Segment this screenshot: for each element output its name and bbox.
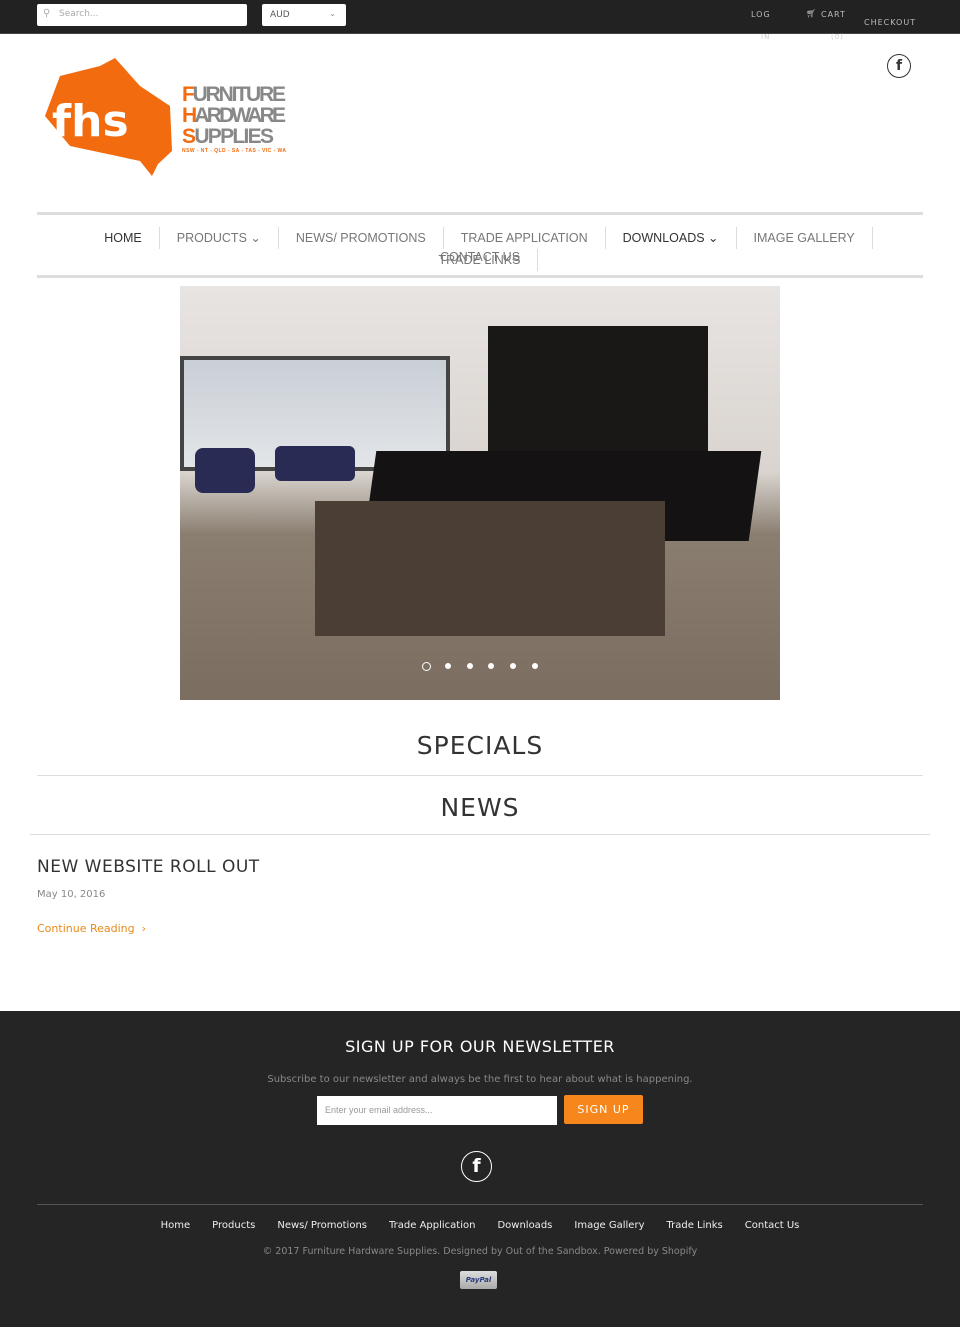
site-logo[interactable]: fhs FURNITURE HARDWARE SUPPLIES NSW - NT… bbox=[40, 56, 290, 185]
footer-link-trade-application[interactable]: Trade Application bbox=[389, 1220, 475, 1231]
search-icon: ⚲ bbox=[43, 8, 51, 19]
slide-dot-4[interactable] bbox=[488, 663, 494, 669]
footer-link-home[interactable]: Home bbox=[161, 1220, 191, 1231]
svg-text:FURNITURE: FURNITURE bbox=[182, 83, 286, 106]
footer-link-downloads[interactable]: Downloads bbox=[497, 1220, 552, 1231]
hero-slideshow[interactable] bbox=[180, 286, 780, 700]
svg-text:HARDWARE: HARDWARE bbox=[182, 104, 286, 127]
svg-text:NSW - NT - QLD - SA - TAS - VI: NSW - NT - QLD - SA - TAS - VIC - WA bbox=[182, 148, 286, 154]
continue-reading-link[interactable]: Continue Reading › bbox=[37, 922, 146, 935]
nav-downloads[interactable]: DOWNLOADS ⌄ bbox=[606, 227, 737, 249]
facebook-icon[interactable]: f bbox=[461, 1151, 492, 1182]
post-date: May 10, 2016 bbox=[37, 889, 106, 900]
chevron-down-icon: ⌄ bbox=[329, 9, 336, 18]
search-input[interactable]: ⚲ Search... bbox=[37, 4, 247, 26]
cart-count: (0) bbox=[831, 33, 844, 41]
footer: SIGN UP FOR OUR NEWSLETTER Subscribe to … bbox=[0, 1011, 960, 1327]
newsletter-title: SIGN UP FOR OUR NEWSLETTER bbox=[345, 1037, 615, 1056]
footer-link-trade-links[interactable]: Trade Links bbox=[667, 1220, 723, 1231]
slide-dot-3[interactable] bbox=[467, 663, 473, 669]
armchair-image bbox=[195, 448, 255, 493]
post-title[interactable]: NEW WEBSITE ROLL OUT bbox=[37, 857, 260, 877]
sign-up-button[interactable]: SIGN UP bbox=[564, 1095, 643, 1124]
currency-value: AUD bbox=[270, 10, 290, 20]
paypal-icon: PayPal bbox=[460, 1271, 497, 1289]
copyright: © 2017 Furniture Hardware Supplies. Desi… bbox=[262, 1246, 698, 1257]
svg-text:fhs: fhs bbox=[52, 96, 129, 147]
footer-links: Home Products News/ Promotions Trade Applic… bbox=[0, 1220, 960, 1231]
login-link-line2[interactable]: IN bbox=[761, 33, 770, 41]
slide-dot-6[interactable] bbox=[532, 663, 538, 669]
news-heading: NEWS bbox=[440, 793, 520, 822]
cart-link[interactable]: CART bbox=[821, 10, 846, 19]
divider bbox=[37, 775, 923, 776]
nav-news-promotions[interactable]: NEWS/ PROMOTIONS bbox=[279, 227, 444, 249]
currency-select[interactable]: AUD ⌄ bbox=[262, 4, 346, 26]
slide-dot-5[interactable] bbox=[510, 663, 516, 669]
slide-dot-1[interactable] bbox=[422, 662, 431, 671]
newsletter-subtitle: Subscribe to our newsletter and always b… bbox=[267, 1074, 693, 1085]
svg-text:SUPPLIES: SUPPLIES bbox=[182, 125, 274, 148]
footer-link-news[interactable]: News/ Promotions bbox=[277, 1220, 367, 1231]
specials-heading: SPECIALS bbox=[416, 731, 544, 760]
slide-dot-2[interactable] bbox=[445, 663, 451, 669]
top-bar: ⚲ Search... AUD ⌄ LOG IN 🛒︎ CART (0) CHECK… bbox=[0, 0, 960, 41]
login-link[interactable]: LOG bbox=[751, 10, 771, 19]
nav-trade-application[interactable]: TRADE APPLICATION bbox=[444, 227, 606, 249]
chevron-right-icon: › bbox=[141, 922, 147, 935]
nav-contact-us[interactable]: CONTACT US bbox=[440, 250, 520, 264]
nav-home[interactable]: HOME bbox=[87, 227, 160, 249]
email-input[interactable]: Enter your email address... bbox=[317, 1096, 557, 1125]
footer-link-image-gallery[interactable]: Image Gallery bbox=[574, 1220, 644, 1231]
cart-icon[interactable]: 🛒︎ bbox=[806, 9, 817, 18]
nav-image-gallery[interactable]: IMAGE GALLERY bbox=[737, 227, 873, 249]
divider bbox=[30, 834, 930, 835]
sofa-image bbox=[275, 446, 355, 481]
main-nav: HOME PRODUCTS ⌄ NEWS/ PROMOTIONS TRADE APPL… bbox=[37, 212, 923, 278]
checkout-link[interactable]: CHECKOUT bbox=[864, 18, 916, 27]
continue-reading-label: Continue Reading bbox=[37, 922, 135, 935]
island-base-image bbox=[315, 501, 665, 636]
footer-link-products[interactable]: Products bbox=[212, 1220, 255, 1231]
footer-link-contact[interactable]: Contact Us bbox=[745, 1220, 800, 1231]
search-placeholder: Search... bbox=[59, 9, 99, 19]
facebook-icon[interactable]: f bbox=[887, 54, 911, 78]
nav-products[interactable]: PRODUCTS ⌄ bbox=[160, 227, 279, 249]
divider bbox=[37, 1204, 923, 1205]
